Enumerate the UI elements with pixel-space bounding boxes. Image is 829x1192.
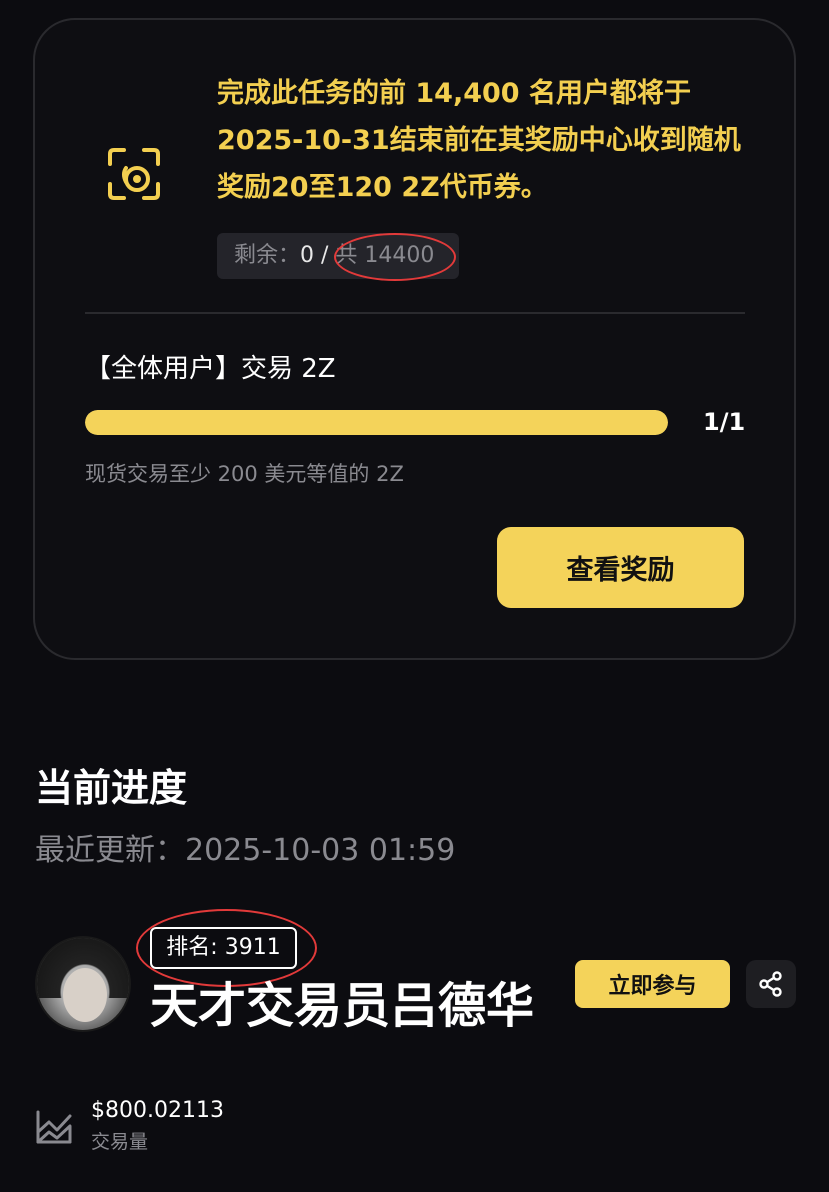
join-now-button[interactable]: 立即参与 — [575, 960, 730, 1008]
reward-description: 完成此任务的前 14,400 名用户都将于 2025-10-31结束前在其奖励中… — [217, 78, 741, 203]
task-description: 现货交易至少 200 美元等值的 2Z — [85, 462, 404, 486]
last-updated-time: 2025-10-03 01:59 — [185, 833, 456, 868]
task-progress-bar — [85, 410, 668, 435]
volume-label: 交易量 — [91, 1131, 149, 1153]
share-button[interactable] — [746, 960, 796, 1008]
volume-value: $800.02113 — [91, 1098, 224, 1123]
task-progress-text: 1/1 — [703, 408, 746, 436]
username: 天才交易员吕德华 — [150, 978, 535, 1034]
card-divider — [85, 312, 745, 314]
remaining-value: 0 — [300, 243, 315, 268]
annotation-circle-total — [334, 233, 456, 281]
page: 完成此任务的前 14,400 名用户都将于 2025-10-31结束前在其奖励中… — [0, 0, 829, 1192]
share-icon — [759, 971, 782, 997]
view-reward-button[interactable]: 查看奖励 — [497, 527, 744, 608]
task-title: 【全体用户】交易 2Z — [85, 354, 336, 384]
task-progress-fill — [85, 410, 668, 435]
avatar — [35, 936, 131, 1032]
reward-scan-icon — [108, 148, 160, 200]
last-updated-label: 最近更新： — [35, 833, 185, 868]
remaining-separator: / — [314, 243, 336, 268]
remaining-label: 剩余： — [234, 243, 301, 268]
progress-section-title: 当前进度 — [35, 766, 188, 810]
volume-chart-icon — [36, 1110, 72, 1144]
last-updated: 最近更新：2025-10-03 01:59 — [35, 830, 455, 872]
avatar-face — [63, 968, 107, 1022]
